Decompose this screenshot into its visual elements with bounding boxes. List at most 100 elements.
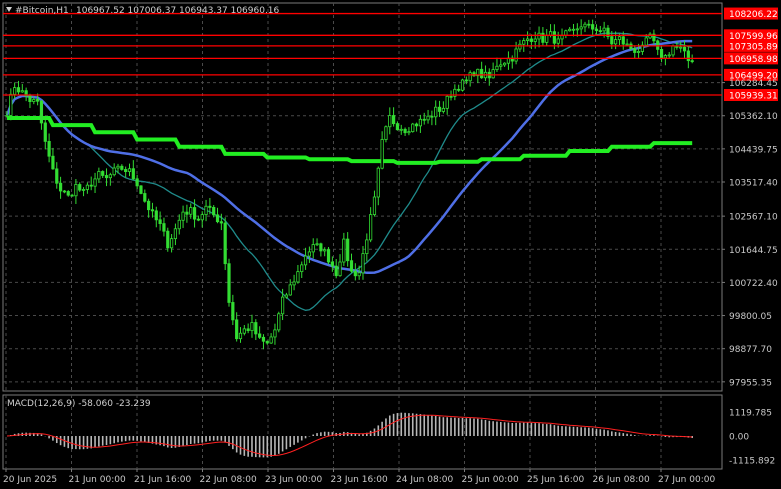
candle-body	[679, 46, 683, 49]
symbol-arrow-icon[interactable]	[6, 7, 12, 12]
candle-body	[269, 336, 273, 344]
candle-body	[648, 33, 652, 39]
candle-body	[518, 43, 522, 50]
candle-body	[143, 193, 147, 202]
candle-body	[296, 271, 300, 283]
candle-body	[254, 322, 258, 335]
candle-body	[644, 37, 648, 46]
price-tick-label: 104439.75	[729, 145, 778, 155]
candle-body	[357, 272, 361, 277]
candle-body	[158, 219, 162, 224]
price-tick-label: 100722.40	[729, 279, 778, 289]
candle-body	[300, 264, 304, 273]
candle-body	[173, 228, 178, 240]
candle-body	[369, 214, 373, 241]
candle-body	[656, 40, 660, 50]
symbol-label: #Bitcoin,H1	[15, 6, 69, 16]
candle-body	[13, 87, 17, 95]
candle-body	[219, 221, 223, 224]
chart-canvas[interactable]: 108206.22107599.96107305.89106958.981064…	[0, 0, 781, 489]
candle-body	[372, 196, 377, 216]
candle-body	[192, 207, 197, 220]
candle-body	[189, 207, 193, 215]
candle-body	[261, 336, 266, 342]
candle-body	[238, 332, 243, 340]
candle-body	[315, 243, 319, 246]
candle-body	[112, 167, 116, 176]
candle-body	[265, 340, 269, 344]
candle-body	[587, 23, 591, 26]
candle-body	[614, 39, 618, 45]
candle-body	[204, 205, 208, 216]
candle-body	[361, 253, 365, 274]
candle-body	[154, 210, 158, 221]
time-tick-label: 24 Jun 08:00	[396, 475, 453, 485]
candle-body	[9, 93, 13, 116]
candle-body	[399, 128, 403, 131]
candle-body	[334, 265, 338, 277]
ohlc-readout: 106967.52 107006.37 106943.37 106960.16	[76, 6, 280, 16]
macd-axis: 1119.785 0.00 -1115.892	[729, 409, 775, 467]
candle-body	[101, 171, 105, 176]
candle-body	[93, 178, 97, 187]
ma-mid-line	[5, 39, 693, 275]
candle-body	[437, 106, 442, 112]
candle-body	[499, 64, 503, 67]
candle-body	[468, 72, 472, 82]
time-tick-label: 21 Jun 16:00	[134, 475, 191, 485]
candle-body	[147, 200, 151, 211]
candle-body	[430, 115, 434, 118]
candle-body	[280, 296, 285, 315]
candle-body	[663, 55, 667, 59]
candle-body	[181, 211, 185, 221]
candle-body	[342, 238, 346, 263]
candle-body	[636, 51, 641, 53]
candle-body	[131, 168, 135, 180]
price-tick-label: 98877.70	[729, 345, 772, 355]
candle-body	[602, 27, 606, 32]
candle-body	[411, 123, 415, 133]
candle-body	[514, 48, 518, 62]
candle-body	[5, 115, 9, 117]
candle-body	[659, 48, 664, 59]
candle-body	[16, 87, 21, 93]
price-tick-label: 101644.75	[729, 246, 778, 256]
candle-body	[70, 194, 74, 197]
candle-body	[288, 284, 292, 296]
macd-histogram	[6, 412, 693, 458]
candle-body	[380, 139, 384, 169]
chart-header: #Bitcoin,H1 106967.52 107006.37 106943.3…	[6, 6, 280, 16]
candle-body	[395, 123, 400, 131]
time-tick-label: 22 Jun 08:00	[200, 475, 257, 485]
candle-body	[633, 48, 637, 53]
candle-body	[150, 209, 155, 212]
candle-body	[384, 126, 388, 140]
candle-body	[522, 40, 526, 45]
candle-body	[39, 100, 44, 124]
candle-body	[124, 169, 128, 172]
candle-body	[104, 175, 109, 179]
candle-body	[139, 185, 143, 194]
price-tick-label: 105362.10	[729, 112, 778, 122]
candle-body	[78, 184, 82, 191]
candle-body	[460, 79, 465, 91]
candle-body	[568, 28, 572, 32]
candle-body	[403, 128, 407, 134]
candle-body	[346, 238, 350, 262]
candle-body	[177, 219, 181, 230]
candle-body	[36, 99, 40, 102]
candle-body	[671, 45, 675, 56]
price-tick-label: 106284.45	[729, 79, 778, 89]
price-level-label: 107305.89	[729, 42, 778, 52]
candle-body	[625, 43, 629, 46]
candle-body	[81, 189, 86, 191]
candle-body	[457, 88, 461, 91]
trading-chart[interactable]: 108206.22 107599.96 107305.89 106958.98 1064…	[0, 0, 781, 489]
candle-body	[200, 214, 204, 221]
candle-body	[28, 95, 32, 102]
candle-body	[426, 115, 430, 121]
time-axis: 20 Jun 2025 21 Jun 00:00 21 Jun 16:00 22 Ju…	[3, 469, 715, 485]
time-tick-label: 21 Jun 00:00	[69, 475, 126, 485]
candle-body	[196, 218, 200, 221]
candle-body	[503, 62, 507, 66]
